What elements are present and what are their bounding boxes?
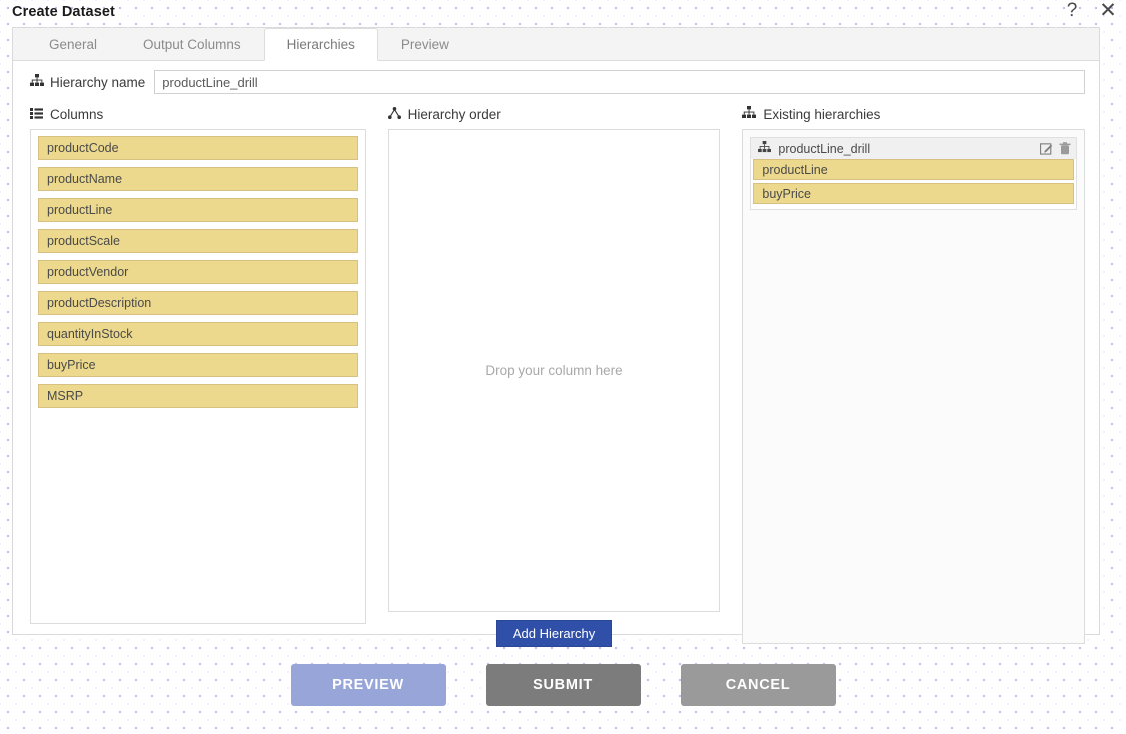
preview-button[interactable]: PREVIEW [290,664,446,706]
column-chip[interactable]: productName [38,167,358,191]
hierarchy-name-label: Hierarchy name [50,74,146,90]
existing-hierarchies-title: Existing hierarchies [763,106,881,122]
list-icon [30,107,43,122]
column-chip[interactable]: productCode [38,136,358,160]
hierarchies-body: Columns productCode productName productL… [13,94,1099,647]
page-title: Create Dataset [12,4,115,20]
column-chip[interactable]: productVendor [38,260,358,284]
sitemap-icon [742,106,757,122]
sitemap-icon [758,141,772,156]
tab-preview[interactable]: Preview [378,28,472,60]
close-icon[interactable]: ✕ [1098,0,1118,21]
columns-panel-title: Columns [50,106,104,122]
hierarchy-group-header: productLine_drill [751,138,1076,159]
tab-hierarchies[interactable]: Hierarchies [263,28,378,61]
column-chip[interactable]: productDescription [38,291,358,315]
trash-icon[interactable] [1059,142,1071,155]
existing-hierarchies-header: Existing hierarchies [742,104,1085,129]
drop-hint-text: Drop your column here [485,363,623,378]
hierarchy-group-items: productLine buyPrice [751,159,1076,209]
hierarchy-order-header: Hierarchy order [387,104,721,129]
edit-icon[interactable] [1040,142,1053,155]
hierarchy-order-title: Hierarchy order [407,106,501,122]
cancel-button[interactable]: CANCEL [680,664,836,706]
hierarchy-name-row: Hierarchy name [13,61,1099,94]
column-chip[interactable]: buyPrice [38,353,358,377]
question-mark-icon[interactable]: ? [1062,1,1082,20]
hierarchy-name-label-group: Hierarchy name [30,74,145,90]
window-title-bar: Create Dataset ? ✕ [0,0,1126,26]
create-dataset-dialog: General Output Columns Hierarchies Previ… [12,27,1100,647]
hierarchy-icon [387,106,401,122]
sitemap-icon [30,74,44,90]
hierarchy-item-chip[interactable]: buyPrice [753,183,1074,204]
add-hierarchy-wrap: Add Hierarchy [388,620,721,647]
column-chip[interactable]: productScale [38,229,358,253]
columns-panel-header: Columns [30,104,366,129]
tab-general[interactable]: General [26,28,120,60]
hierarchy-name-input[interactable] [154,70,1085,94]
hierarchy-item-chip[interactable]: productLine [753,159,1074,180]
hierarchy-order-dropzone[interactable]: Drop your column here [387,129,721,612]
column-chip[interactable]: productLine [38,198,358,222]
existing-hierarchies-list: productLine_drill productLine buyPrice [742,129,1085,644]
hierarchy-group-actions [1040,142,1071,155]
submit-button[interactable]: SUBMIT [485,664,641,706]
tab-bar: General Output Columns Hierarchies Previ… [13,28,1099,61]
columns-list: productCode productName productLine prod… [30,129,366,624]
column-chip[interactable]: MSRP [38,384,358,408]
hierarchy-order-panel: Hierarchy order Drop your column here Ad… [387,104,721,647]
dialog-footer: PREVIEW SUBMIT CANCEL [0,664,1126,706]
existing-hierarchies-panel: Existing hierarchies productLine_drill p… [742,104,1085,647]
hierarchy-group: productLine_drill productLine buyPrice [750,137,1077,210]
window-controls: ? ✕ [1062,0,1118,21]
tab-output-columns[interactable]: Output Columns [120,28,264,60]
columns-panel: Columns productCode productName productL… [30,104,366,647]
add-hierarchy-button[interactable]: Add Hierarchy [495,620,613,647]
hierarchy-group-name: productLine_drill [778,141,871,156]
column-chip[interactable]: quantityInStock [38,322,358,346]
